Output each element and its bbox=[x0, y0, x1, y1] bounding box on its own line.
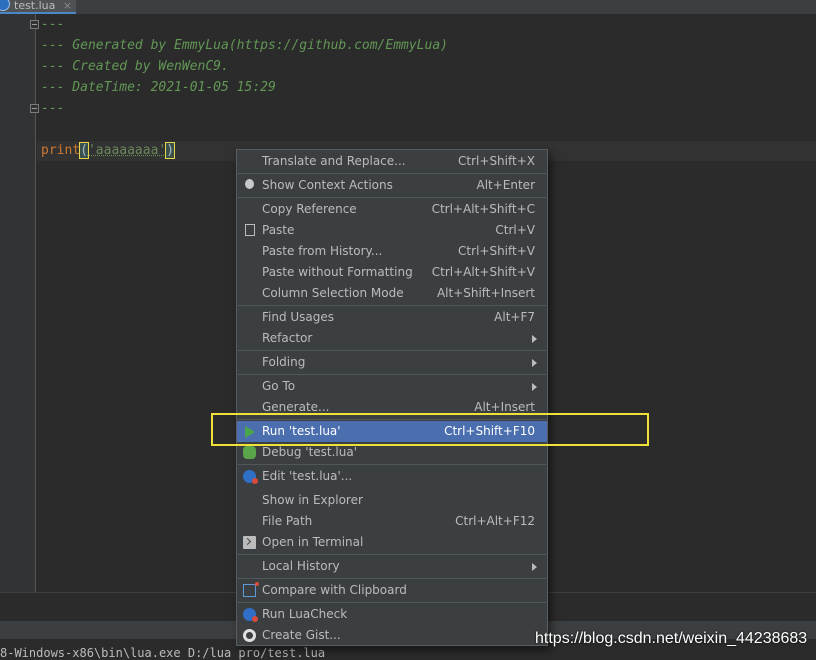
editor-gutter bbox=[0, 14, 39, 592]
menu-item-label: Column Selection Mode bbox=[262, 286, 404, 300]
close-tab-icon[interactable]: × bbox=[63, 0, 72, 12]
menu-item-folding[interactable]: Folding bbox=[237, 352, 547, 373]
menu-item-paste-without-formatting[interactable]: Paste without Formatting Ctrl+Alt+Shift+V bbox=[237, 262, 547, 283]
comment-line: --- bbox=[41, 101, 65, 116]
string-literal: 'aaaaaaaa' bbox=[87, 143, 167, 158]
menu-item-label: Paste bbox=[262, 223, 295, 237]
editor-tab-bar: test.lua × bbox=[0, 0, 816, 14]
open-paren: ( bbox=[79, 142, 89, 159]
menu-item-show-in-explorer[interactable]: Show in Explorer bbox=[237, 490, 547, 511]
menu-item-shortcut: Ctrl+Shift+X bbox=[458, 154, 535, 168]
tab-test-lua[interactable]: test.lua × bbox=[0, 0, 76, 14]
github-icon bbox=[243, 629, 256, 642]
menu-item-label: Refactor bbox=[262, 331, 313, 345]
menu-separator bbox=[238, 578, 546, 579]
menu-item-label: Go To bbox=[262, 379, 296, 393]
menu-item-label: Paste from History... bbox=[262, 244, 383, 258]
menu-item-shortcut: Alt+Shift+Insert bbox=[436, 286, 535, 300]
menu-separator bbox=[238, 197, 546, 198]
menu-item-label: Find Usages bbox=[262, 310, 335, 324]
editor-context-menu: Translate and Replace... Ctrl+Shift+X Show… bbox=[236, 149, 548, 646]
lua-file-icon bbox=[0, 0, 10, 11]
terminal-icon bbox=[243, 536, 256, 549]
menu-item-paste-from-history[interactable]: Paste from History... Ctrl+Shift+V bbox=[237, 241, 547, 262]
menu-separator bbox=[238, 350, 546, 351]
comment-line: --- bbox=[41, 17, 65, 32]
menu-item-label: Show in Explorer bbox=[262, 493, 363, 507]
code-line-print: print('aaaaaaaa') bbox=[41, 141, 176, 161]
menu-item-shortcut: Ctrl+Alt+Shift+C bbox=[431, 202, 535, 216]
menu-item-label: Translate and Replace... bbox=[262, 154, 406, 168]
function-name: print bbox=[41, 143, 81, 158]
menu-separator bbox=[238, 464, 546, 465]
debug-icon bbox=[243, 446, 256, 459]
close-paren: ) bbox=[165, 142, 176, 159]
menu-item-refactor[interactable]: Refactor bbox=[237, 328, 547, 349]
menu-item-label: Open in Terminal bbox=[262, 535, 364, 549]
comment-line: --- DateTime: 2021-01-05 15:29 bbox=[41, 80, 276, 95]
menu-item-go-to[interactable]: Go To bbox=[237, 376, 547, 397]
menu-item-paste[interactable]: Paste Ctrl+V bbox=[237, 220, 547, 241]
tab-label: test.lua bbox=[14, 0, 56, 12]
submenu-arrow-icon bbox=[532, 359, 537, 367]
comment-line: --- Created by WenWenC9. bbox=[41, 59, 229, 74]
menu-item-edit-test-lua[interactable]: Edit 'test.lua'... bbox=[237, 466, 547, 487]
menu-item-label: Copy Reference bbox=[262, 202, 357, 216]
menu-separator bbox=[238, 602, 546, 603]
menu-item-copy-reference[interactable]: Copy Reference Ctrl+Alt+Shift+C bbox=[237, 199, 547, 220]
menu-item-shortcut: Alt+Enter bbox=[476, 178, 535, 192]
menu-item-label: Edit 'test.lua'... bbox=[262, 469, 353, 483]
menu-item-compare-with-clipboard[interactable]: Compare with Clipboard bbox=[237, 580, 547, 601]
watermark: https://blog.csdn.net/weixin_44238683 bbox=[535, 630, 808, 647]
clipboard-icon bbox=[245, 224, 255, 236]
menu-item-open-in-terminal[interactable]: Open in Terminal bbox=[237, 532, 547, 553]
menu-item-column-selection-mode[interactable]: Column Selection Mode Alt+Shift+Insert bbox=[237, 283, 547, 304]
menu-item-label: Local History bbox=[262, 559, 340, 573]
menu-item-shortcut: Ctrl+Shift+V bbox=[458, 244, 535, 258]
comment-line: --- Generated by EmmyLua(https://github.… bbox=[41, 38, 448, 53]
menu-item-translate-and-replace[interactable]: Translate and Replace... Ctrl+Shift+X bbox=[237, 151, 547, 172]
console-output: 8-Windows-x86\bin\lua.exe D:/lua pro/tes… bbox=[0, 646, 326, 660]
menu-separator bbox=[238, 374, 546, 375]
menu-item-run-luacheck[interactable]: Run LuaCheck bbox=[237, 604, 547, 625]
submenu-arrow-icon bbox=[532, 563, 537, 571]
menu-item-label: Folding bbox=[262, 355, 306, 369]
menu-item-label: Run LuaCheck bbox=[262, 607, 348, 621]
luacheck-icon bbox=[243, 608, 258, 622]
menu-item-shortcut: Ctrl+Alt+Shift+V bbox=[431, 265, 535, 279]
menu-item-local-history[interactable]: Local History bbox=[237, 556, 547, 577]
menu-separator bbox=[238, 173, 546, 174]
menu-item-file-path[interactable]: File Path Ctrl+Alt+F12 bbox=[237, 511, 547, 532]
compare-icon bbox=[243, 582, 259, 597]
menu-item-show-context-actions[interactable]: Show Context Actions Alt+Enter bbox=[237, 175, 547, 196]
menu-item-shortcut: Ctrl+Alt+F12 bbox=[455, 514, 535, 528]
menu-item-label: Create Gist... bbox=[262, 628, 341, 642]
highlight-annotation-box bbox=[211, 413, 649, 446]
submenu-arrow-icon bbox=[532, 383, 537, 391]
menu-item-find-usages[interactable]: Find Usages Alt+F7 bbox=[237, 307, 547, 328]
bulb-icon bbox=[245, 179, 254, 189]
menu-item-label: Compare with Clipboard bbox=[262, 583, 407, 597]
menu-item-label: Show Context Actions bbox=[262, 178, 393, 192]
menu-separator bbox=[238, 305, 546, 306]
menu-item-create-gist[interactable]: Create Gist... bbox=[237, 625, 547, 646]
submenu-arrow-icon bbox=[532, 335, 537, 343]
menu-item-shortcut: Alt+F7 bbox=[494, 310, 535, 324]
menu-item-label: File Path bbox=[262, 514, 313, 528]
menu-item-shortcut: Ctrl+V bbox=[495, 223, 535, 237]
menu-item-label: Paste without Formatting bbox=[262, 265, 413, 279]
menu-separator bbox=[238, 554, 546, 555]
edit-config-icon bbox=[243, 470, 258, 484]
